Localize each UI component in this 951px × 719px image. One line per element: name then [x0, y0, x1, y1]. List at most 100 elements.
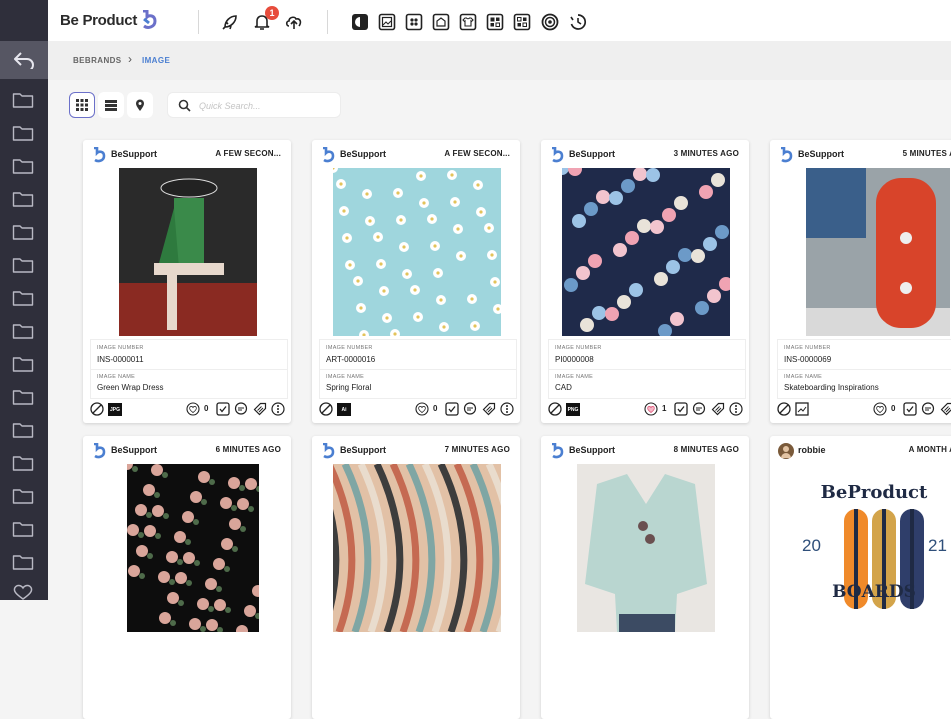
- card-username[interactable]: BeSupport: [111, 149, 157, 159]
- tag-icon[interactable]: [253, 402, 267, 416]
- no-entry-icon[interactable]: [319, 402, 333, 416]
- cloud-upload-icon[interactable]: [284, 12, 304, 32]
- rocket-icon[interactable]: [220, 12, 240, 32]
- breadcrumb-current[interactable]: IMAGE: [142, 56, 170, 65]
- grid-view-button[interactable]: [69, 92, 95, 118]
- image-thumbnail[interactable]: [806, 168, 950, 336]
- image-card[interactable]: robbie A MONTH AGO BeProduct 20 21 BOARDS: [770, 436, 951, 719]
- home-module-icon[interactable]: [431, 12, 451, 32]
- image-card[interactable]: BeSupport 3 MINUTES AGO IMAGE NUMBER PI0000…: [541, 140, 749, 423]
- image-thumbnail[interactable]: [119, 168, 257, 336]
- comments-icon[interactable]: [692, 402, 706, 416]
- card-meta: IMAGE NUMBER INS-0000069 IMAGE NAME Skatebo…: [777, 339, 951, 399]
- image-file-icon: [795, 402, 809, 416]
- card-username[interactable]: BeSupport: [798, 149, 844, 159]
- grid-module-icon[interactable]: [404, 12, 424, 32]
- search-input[interactable]: Quick Search...: [167, 92, 341, 118]
- more-options-icon[interactable]: [271, 402, 285, 416]
- folder-icon[interactable]: [12, 91, 34, 109]
- checkbox-icon[interactable]: [674, 402, 688, 416]
- card-username[interactable]: BeSupport: [111, 445, 157, 455]
- comments-icon[interactable]: [234, 402, 248, 416]
- heart-icon[interactable]: [12, 583, 34, 601]
- image-name-label: IMAGE NAME: [555, 374, 594, 380]
- card-username[interactable]: BeSupport: [569, 445, 615, 455]
- list-view-button[interactable]: [98, 92, 124, 118]
- folder-icon[interactable]: [12, 223, 34, 241]
- folder-icon[interactable]: [12, 487, 34, 505]
- folder-icon[interactable]: [12, 421, 34, 439]
- card-username[interactable]: robbie: [798, 445, 826, 455]
- apps-module-icon[interactable]: [512, 12, 532, 32]
- card-timestamp: 6 MINUTES AGO: [215, 445, 281, 454]
- more-options-icon[interactable]: [500, 402, 514, 416]
- image-thumbnail[interactable]: [333, 464, 501, 632]
- folder-icon[interactable]: [12, 322, 34, 340]
- heart-icon[interactable]: [186, 402, 200, 416]
- comments-icon[interactable]: [921, 402, 935, 416]
- checkbox-icon[interactable]: [216, 402, 230, 416]
- heart-icon[interactable]: [644, 402, 658, 416]
- image-card[interactable]: BeSupport 8 MINUTES AGO: [541, 436, 749, 719]
- target-icon[interactable]: [540, 12, 560, 32]
- comments-icon[interactable]: [463, 402, 477, 416]
- breadcrumb-root[interactable]: BEBRANDS: [73, 56, 122, 65]
- thumbnail-subtitle: BOARDS: [832, 582, 916, 602]
- folder-icon[interactable]: [12, 157, 34, 175]
- image-name: Green Wrap Dress: [97, 383, 164, 392]
- card-timestamp: 7 MINUTES AGO: [444, 445, 510, 454]
- heart-icon[interactable]: [873, 402, 887, 416]
- folder-icon[interactable]: [12, 454, 34, 472]
- qr-module-icon[interactable]: [485, 12, 505, 32]
- thumbnail-year-right: 21: [928, 536, 947, 555]
- folder-icon[interactable]: [12, 355, 34, 373]
- bell-icon[interactable]: 1: [252, 6, 279, 32]
- folder-icon[interactable]: [12, 190, 34, 208]
- no-entry-icon[interactable]: [777, 402, 791, 416]
- card-footer: 0: [770, 400, 951, 420]
- logo-text: Be Product: [60, 11, 138, 29]
- back-button[interactable]: [0, 41, 48, 79]
- image-thumbnail[interactable]: [127, 464, 259, 632]
- folder-icon[interactable]: [12, 520, 34, 538]
- card-username[interactable]: BeSupport: [340, 445, 386, 455]
- card-username[interactable]: BeSupport: [569, 149, 615, 159]
- folder-icon[interactable]: [12, 388, 34, 406]
- tag-icon[interactable]: [711, 402, 725, 416]
- image-card[interactable]: BeSupport 7 MINUTES AGO: [312, 436, 520, 719]
- contrast-icon[interactable]: [350, 12, 370, 32]
- image-thumbnail[interactable]: [562, 168, 730, 336]
- card-timestamp: A MONTH AGO: [908, 445, 951, 454]
- image-thumbnail[interactable]: [577, 464, 715, 632]
- card-footer: JPG 0: [83, 400, 291, 420]
- like-count: 0: [891, 404, 896, 413]
- beproduct-b-logo-icon: [552, 147, 564, 163]
- card-timestamp: A FEW SECON...: [444, 149, 510, 158]
- image-library-icon[interactable]: [377, 12, 397, 32]
- folder-icon[interactable]: [12, 256, 34, 274]
- folder-icon[interactable]: [12, 553, 34, 571]
- image-card[interactable]: BeSupport A FEW SECON... IMAGE NUMBER INS-0…: [83, 140, 291, 423]
- no-entry-icon[interactable]: [90, 402, 104, 416]
- shirt-module-icon[interactable]: [458, 12, 478, 32]
- history-icon[interactable]: [568, 12, 588, 32]
- file-type-badge: JPG: [108, 403, 122, 416]
- tag-icon[interactable]: [940, 402, 951, 416]
- map-view-button[interactable]: [127, 92, 153, 118]
- image-thumbnail[interactable]: [333, 168, 501, 336]
- image-card[interactable]: BeSupport 6 MINUTES AGO: [83, 436, 291, 719]
- folder-icon[interactable]: [12, 289, 34, 307]
- checkbox-icon[interactable]: [903, 402, 917, 416]
- card-header: BeSupport A FEW SECON...: [312, 140, 520, 168]
- tag-icon[interactable]: [482, 402, 496, 416]
- image-card[interactable]: BeSupport 5 MINUTES AGO IMAGE NUMBER INS-00…: [770, 140, 951, 423]
- card-username[interactable]: BeSupport: [340, 149, 386, 159]
- image-number: INS-0000069: [784, 355, 832, 364]
- app-logo[interactable]: Be Product: [60, 10, 158, 30]
- heart-icon[interactable]: [415, 402, 429, 416]
- no-entry-icon[interactable]: [548, 402, 562, 416]
- checkbox-icon[interactable]: [445, 402, 459, 416]
- folder-icon[interactable]: [12, 124, 34, 142]
- more-options-icon[interactable]: [729, 402, 743, 416]
- image-card[interactable]: BeSupport A FEW SECON... IMAGE NUMBER ART-0…: [312, 140, 520, 423]
